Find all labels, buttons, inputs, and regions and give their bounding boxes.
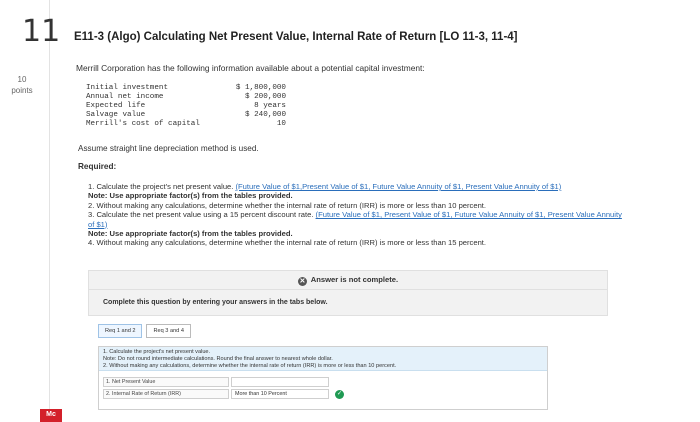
requirement-1: 1. Calculate the project's net present v…: [88, 182, 628, 191]
instruction-line: 1. Calculate the project's net present v…: [103, 349, 211, 355]
requirement-2: 2. Without making any calculations, dete…: [88, 200, 487, 210]
data-label: Expected life: [86, 102, 146, 110]
tab-req-1-and-2[interactable]: Req 1 and 2: [98, 324, 143, 338]
data-label: Initial investment: [86, 84, 169, 92]
data-row: Initial investment $ 1,800,000: [86, 84, 286, 93]
points-indicator: 10 points: [8, 74, 36, 96]
check-icon: ✓: [335, 389, 344, 399]
data-row: Expected life 8 years: [86, 102, 286, 111]
answer-panel: 1. Calculate the project's net present v…: [98, 346, 548, 410]
data-value: $ 200,000: [244, 93, 286, 101]
status-line: ✕ Answer is not complete.: [89, 275, 607, 286]
answer-row-npv: 1. Net Present Value: [103, 377, 329, 387]
requirement-4: 4. Without making any calculations, dete…: [88, 238, 487, 248]
data-row: Salvage value $ 240,000: [86, 111, 286, 120]
question-number: 11: [22, 14, 61, 49]
factor-tables-link[interactable]: (Future Value of $1,Present Value of $1,…: [236, 182, 562, 191]
status-text: Answer is not complete.: [310, 275, 399, 284]
status-divider: [89, 289, 607, 290]
assumption-text: Assume straight line depreciation method…: [78, 144, 259, 153]
data-value: $ 1,800,000: [235, 84, 286, 92]
data-label: Salvage value: [86, 111, 146, 119]
instruction-note: Note: Do not round intermediate calculat…: [103, 355, 333, 362]
requirement-text: 3. Calculate the net present value using…: [88, 210, 316, 220]
data-value: $ 240,000: [244, 111, 286, 119]
investment-data-table: Initial investment $ 1,800,000 Annual ne…: [86, 84, 286, 129]
question-intro: Merrill Corporation has the following in…: [76, 63, 425, 73]
npv-input[interactable]: [231, 377, 329, 387]
data-value: 10: [276, 120, 286, 128]
requirement-note: Note: Use appropriate factor(s) from the…: [88, 229, 293, 239]
data-label: Annual net income: [86, 93, 164, 101]
answer-row-irr: 2. Internal Rate of Return (IRR) More th…: [103, 389, 344, 399]
status-box: ✕ Answer is not complete. Complete this …: [88, 270, 608, 316]
data-label: Merrill's cost of capital: [86, 120, 200, 128]
points-value: 10: [17, 75, 27, 84]
publisher-logo: Mc: [40, 409, 62, 422]
requirement-text: 1. Calculate the project's net present v…: [88, 182, 236, 191]
instruction-line: 2. Without making any calculations, dete…: [103, 362, 397, 369]
requirement-tabs: Req 1 and 2 Req 3 and 4: [98, 324, 191, 338]
complete-message: Complete this question by entering your …: [103, 299, 328, 306]
tab-req-3-and-4[interactable]: Req 3 and 4: [146, 324, 191, 338]
answer-label: 2. Internal Rate of Return (IRR): [103, 389, 229, 399]
instructions-banner: 1. Calculate the project's net present v…: [99, 347, 547, 371]
requirement-note: Note: Use appropriate factor(s) from the…: [88, 191, 293, 201]
x-circle-icon: ✕: [297, 277, 307, 286]
data-value: 8 years: [254, 102, 286, 110]
data-row: Annual net income $ 200,000: [86, 93, 286, 102]
answer-label: 1. Net Present Value: [103, 377, 229, 387]
requirement-3: 3. Calculate the net present value using…: [88, 210, 628, 229]
required-heading: Required:: [78, 162, 117, 171]
points-label: points: [11, 86, 33, 95]
data-row: Merrill's cost of capital 10: [86, 120, 286, 129]
left-rule: [49, 0, 50, 422]
irr-select[interactable]: More than 10 Percent: [231, 389, 329, 399]
question-title: E11-3 (Algo) Calculating Net Present Val…: [74, 31, 518, 43]
requirements-list: 1. Calculate the project's net present v…: [88, 182, 628, 248]
